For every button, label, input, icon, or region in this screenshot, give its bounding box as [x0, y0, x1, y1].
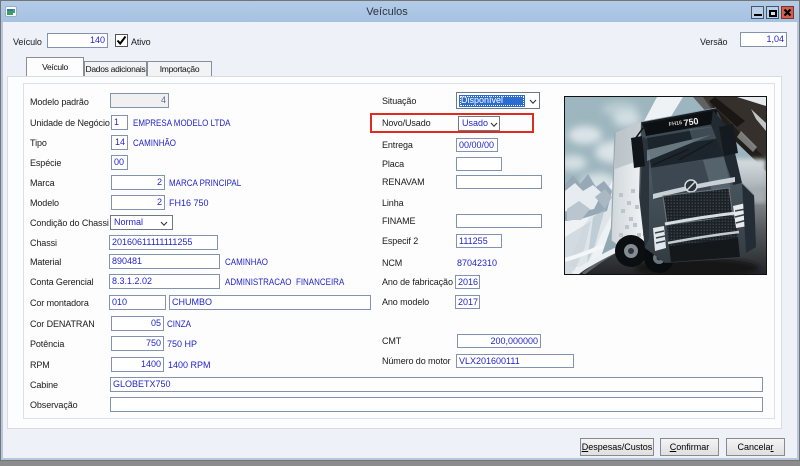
- svg-text:750: 750: [683, 116, 699, 128]
